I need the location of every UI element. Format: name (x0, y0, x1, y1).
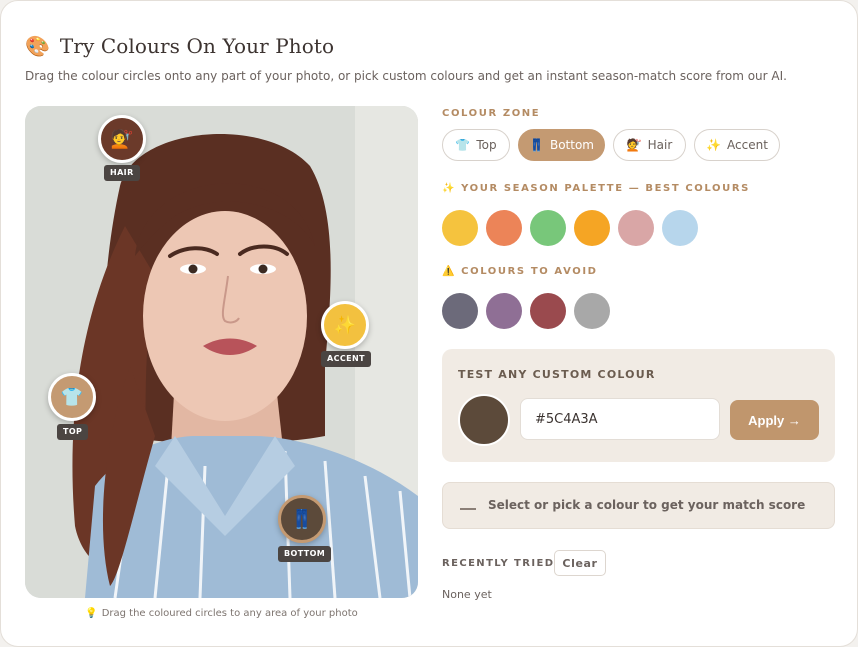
zone-accent-label: Accent (727, 138, 768, 152)
user-photo[interactable]: 💇 HAIR ✨ ACCENT 👕 TOP 👖 BOTTOM (25, 106, 418, 598)
clear-button[interactable]: Clear (554, 550, 606, 576)
shirt-icon: 👕 (455, 138, 471, 152)
hair-icon: 💇 (626, 138, 642, 152)
jeans-icon: 👖 (529, 138, 544, 152)
apply-button[interactable]: Apply → (730, 400, 819, 440)
colour-tool-card: 🎨 Try Colours On Your Photo Drag the col… (0, 0, 858, 647)
top-chip-label: TOP (57, 424, 89, 440)
sparkle-icon: ✨ (442, 183, 457, 194)
zone-top-button[interactable]: 👕 Top (442, 129, 510, 161)
hex-colour-input[interactable] (520, 398, 720, 440)
season-palette-label-text: YOUR SEASON PALETTE — BEST COLOURS (461, 183, 750, 194)
top-colour-chip[interactable]: 👕 (48, 373, 96, 421)
page-title: 🎨 Try Colours On Your Photo (25, 34, 334, 58)
palette-swatch[interactable] (486, 210, 522, 246)
avoid-swatch[interactable] (486, 293, 522, 329)
avoid-swatch[interactable] (442, 293, 478, 329)
recently-tried-empty: None yet (442, 588, 492, 601)
custom-colour-title: TEST ANY CUSTOM COLOUR (458, 368, 656, 381)
match-score-text: Select or pick a colour to get your matc… (488, 498, 806, 512)
avoid-colours-label: ⚠️ COLOURS TO AVOID (442, 266, 598, 277)
palette-icon: 🎨 (25, 34, 50, 58)
page-subtitle: Drag the colour circles onto any part of… (25, 69, 787, 83)
palette-swatch[interactable] (618, 210, 654, 246)
lightbulb-icon: 💡 (85, 608, 98, 619)
zone-accent-button[interactable]: ✨ Accent (694, 129, 780, 161)
zone-bottom-label: Bottom (549, 138, 594, 152)
accent-chip-label: ACCENT (321, 351, 371, 367)
avoid-swatch[interactable] (530, 293, 566, 329)
colour-zone-label: COLOUR ZONE (442, 108, 541, 119)
palette-swatch[interactable] (662, 210, 698, 246)
zone-hair-button[interactable]: 💇 Hair (613, 129, 686, 161)
zone-top-label: Top (476, 138, 497, 152)
palette-swatch[interactable] (442, 210, 478, 246)
jeans-icon: 👖 (290, 508, 314, 530)
shirt-icon: 👕 (60, 386, 84, 408)
palette-swatch[interactable] (530, 210, 566, 246)
accent-colour-chip[interactable]: ✨ (321, 301, 369, 349)
season-palette-label: ✨ YOUR SEASON PALETTE — BEST COLOURS (442, 183, 750, 194)
recently-tried-label: RECENTLY TRIED (442, 558, 555, 569)
hair-chip-label: HAIR (104, 165, 140, 181)
dash-icon (460, 508, 476, 510)
photo-hint: 💡 Drag the coloured circles to any area o… (25, 608, 418, 619)
sparkle-icon: ✨ (333, 314, 357, 336)
hair-icon: 💇 (110, 128, 134, 150)
custom-colour-panel: TEST ANY CUSTOM COLOUR Apply → (442, 349, 835, 462)
avoid-swatch[interactable] (574, 293, 610, 329)
bottom-colour-chip[interactable]: 👖 (278, 495, 326, 543)
match-score-panel: Select or pick a colour to get your matc… (442, 482, 835, 529)
avoid-colours-label-text: COLOURS TO AVOID (461, 266, 598, 277)
warning-icon: ⚠️ (442, 266, 457, 277)
bottom-chip-label: BOTTOM (278, 546, 332, 562)
zone-hair-label: Hair (647, 138, 673, 152)
sparkle-icon: ✨ (706, 138, 722, 152)
hair-colour-chip[interactable]: 💇 (98, 115, 146, 163)
page-title-text: Try Colours On Your Photo (59, 34, 335, 58)
custom-colour-swatch[interactable] (458, 394, 510, 446)
zone-bottom-button[interactable]: 👖 Bottom (518, 129, 605, 161)
palette-swatch[interactable] (574, 210, 610, 246)
photo-hint-text: Drag the coloured circles to any area of… (101, 608, 358, 619)
